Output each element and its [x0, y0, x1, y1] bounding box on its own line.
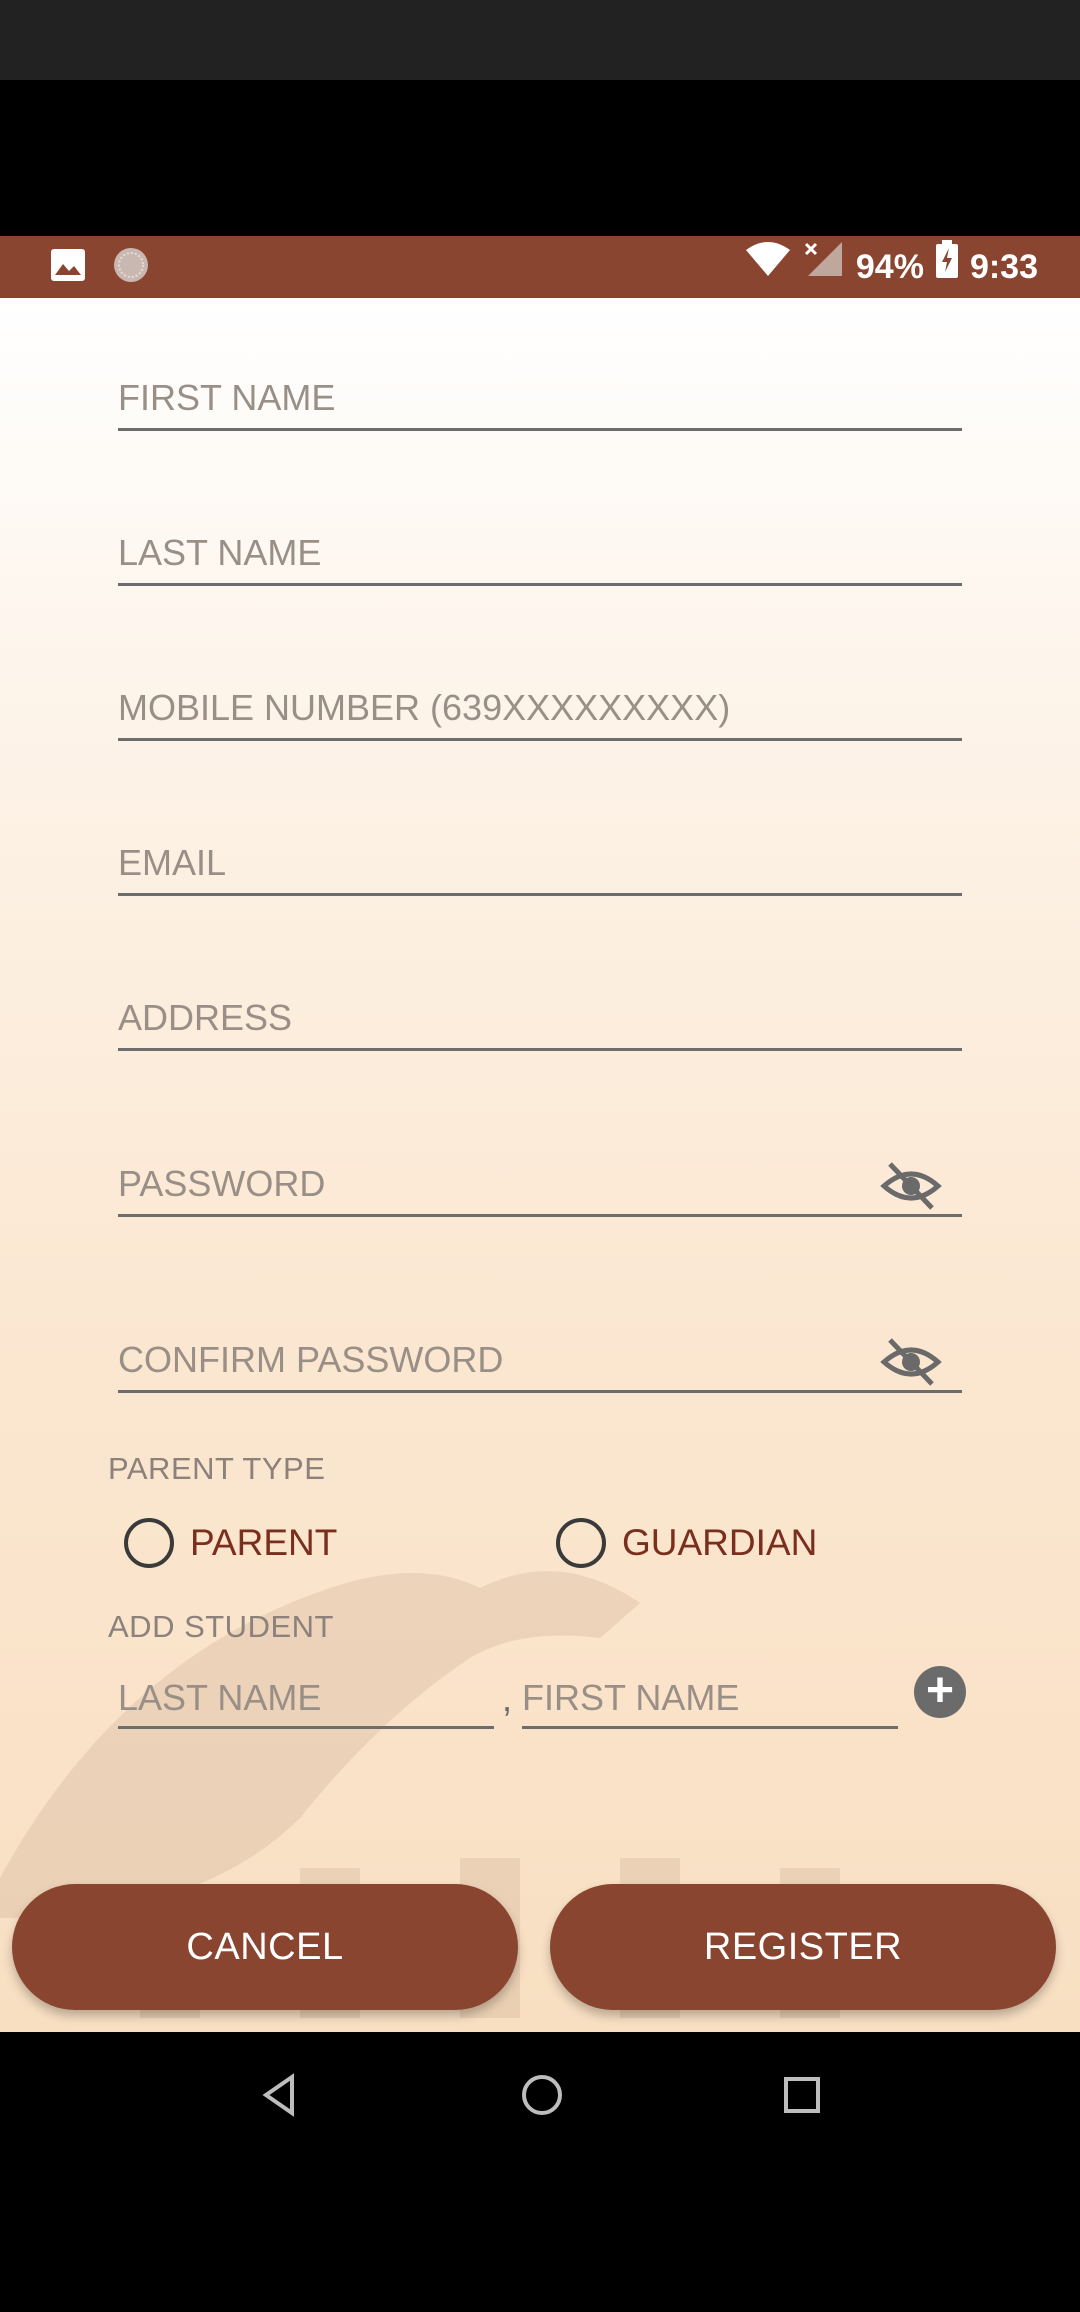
last-name-field[interactable]	[118, 523, 962, 586]
clock: 9:33	[969, 248, 1038, 286]
first-name-field[interactable]	[118, 368, 962, 431]
parent-type-label: PARENT TYPE	[108, 1451, 326, 1486]
wifi-icon	[744, 236, 792, 298]
student-last-name-field[interactable]	[118, 1670, 494, 1729]
signal-icon	[804, 236, 844, 298]
eye-off-icon[interactable]	[880, 1160, 942, 1212]
radio-circle[interactable]	[556, 1518, 606, 1568]
address-input[interactable]	[118, 988, 962, 1048]
status-bar: 94% 9:33	[0, 236, 1080, 298]
name-separator: ,	[502, 1678, 513, 1719]
address-field[interactable]	[118, 988, 962, 1051]
back-icon[interactable]	[258, 2072, 302, 2122]
mobile-number-input[interactable]	[118, 678, 962, 738]
recents-icon[interactable]	[782, 2075, 822, 2120]
radio-parent-label: PARENT	[190, 1522, 338, 1563]
confirm-password-input[interactable]	[118, 1330, 962, 1390]
radio-circle[interactable]	[124, 1518, 174, 1568]
notification-dot-icon	[112, 246, 150, 289]
eye-off-icon[interactable]	[880, 1336, 942, 1388]
top-bezel	[0, 0, 1080, 80]
mobile-number-field[interactable]	[118, 678, 962, 741]
first-name-input[interactable]	[118, 368, 962, 428]
image-icon	[50, 248, 86, 287]
bottom-black-area	[0, 2162, 1080, 2312]
battery-icon	[935, 236, 958, 298]
cancel-button[interactable]: CANCEL	[12, 1884, 518, 2010]
register-button[interactable]: REGISTER	[550, 1884, 1056, 2010]
student-last-name-input[interactable]	[118, 1670, 494, 1726]
home-icon[interactable]	[519, 2072, 565, 2123]
password-input[interactable]	[118, 1154, 962, 1214]
add-student-label: ADD STUDENT	[108, 1609, 334, 1644]
top-black-area	[0, 80, 1080, 236]
last-name-input[interactable]	[118, 523, 962, 583]
navigation-bar	[0, 2032, 1080, 2162]
email-input[interactable]	[118, 833, 962, 893]
confirm-password-field[interactable]	[118, 1330, 962, 1393]
password-field[interactable]	[118, 1154, 962, 1217]
student-first-name-input[interactable]	[522, 1670, 898, 1726]
radio-parent[interactable]: PARENT	[124, 1518, 337, 1568]
radio-guardian-label: GUARDIAN	[622, 1522, 818, 1563]
add-circle-icon[interactable]: +	[914, 1666, 966, 1718]
student-first-name-field[interactable]	[522, 1670, 898, 1729]
registration-screen: PARENT TYPE PARENT GUARDIAN ADD STUDENT …	[0, 298, 1080, 2032]
email-field[interactable]	[118, 833, 962, 896]
battery-text: 94%	[855, 248, 924, 286]
radio-guardian[interactable]: GUARDIAN	[556, 1518, 817, 1568]
